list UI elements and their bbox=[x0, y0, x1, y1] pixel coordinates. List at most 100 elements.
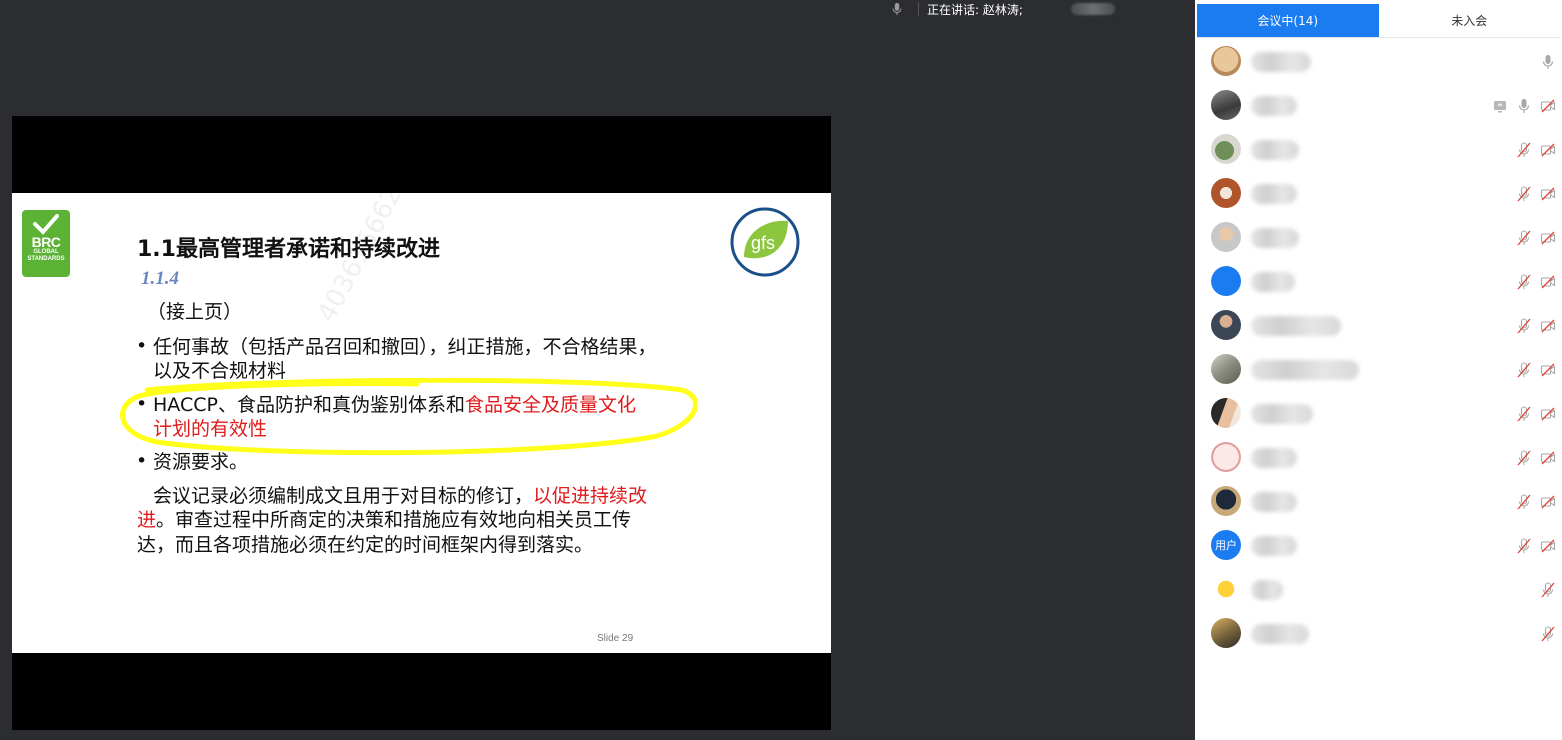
camera-off-icon[interactable] bbox=[1540, 494, 1556, 510]
bullet2-line1: HACCP、食品防护和真伪鉴别体系和食品安全及质量文化 bbox=[153, 393, 636, 417]
microphone-icon[interactable] bbox=[1516, 98, 1532, 114]
blurred-participant-name bbox=[1251, 580, 1283, 600]
participant-status-icons bbox=[1516, 538, 1556, 554]
avatar bbox=[1211, 134, 1241, 164]
bullet2-line2: 计划的有效性 bbox=[153, 418, 268, 440]
participant-status-icons bbox=[1516, 142, 1556, 158]
participant-status-icons bbox=[1516, 230, 1556, 246]
avatar bbox=[1211, 354, 1241, 384]
screen-share-icon[interactable] bbox=[1492, 98, 1508, 114]
camera-off-icon[interactable] bbox=[1540, 450, 1556, 466]
paragraph-red-text: 以促进持续改 bbox=[533, 485, 648, 507]
participant-row[interactable]: 用户 bbox=[1195, 524, 1562, 568]
participant-status-icons bbox=[1516, 406, 1556, 422]
gfs-logo: gfs bbox=[730, 207, 800, 277]
participant-tabs: 会议中(14) 未入会 bbox=[1197, 4, 1560, 38]
bullet3: 资源要求。 bbox=[153, 451, 249, 473]
participant-row[interactable] bbox=[1195, 392, 1562, 436]
microphone-muted-icon[interactable] bbox=[1516, 362, 1532, 378]
participant-status-icons bbox=[1516, 450, 1556, 466]
participant-row[interactable] bbox=[1195, 568, 1562, 612]
camera-off-icon[interactable] bbox=[1540, 318, 1556, 334]
participant-row[interactable] bbox=[1195, 40, 1562, 84]
microphone-muted-icon[interactable] bbox=[1516, 274, 1532, 290]
microphone-muted-icon[interactable] bbox=[1540, 626, 1556, 642]
blurred-participant-name bbox=[1251, 96, 1297, 116]
tab-in-meeting[interactable]: 会议中(14) bbox=[1197, 4, 1379, 37]
microphone-muted-icon[interactable] bbox=[1516, 450, 1532, 466]
participant-status-icons bbox=[1492, 98, 1556, 114]
paragraph-line3: 达，而且各项措施必须在约定的时间框架内得到落实。 bbox=[137, 534, 594, 556]
avatar: 用户 bbox=[1211, 530, 1241, 560]
camera-off-icon[interactable] bbox=[1540, 538, 1556, 554]
slide-section-number: 1.1.4 bbox=[141, 268, 179, 289]
bullet2-red-text: 食品安全及质量文化 bbox=[464, 394, 636, 416]
blurred-participant-name bbox=[1251, 272, 1295, 292]
tab-not-joined[interactable]: 未入会 bbox=[1379, 4, 1561, 37]
gfs-logo-text: gfs bbox=[751, 233, 775, 253]
avatar bbox=[1211, 442, 1241, 472]
avatar bbox=[1211, 618, 1241, 648]
microphone-muted-icon[interactable] bbox=[1540, 582, 1556, 598]
camera-off-icon[interactable] bbox=[1540, 274, 1556, 290]
avatar bbox=[1211, 310, 1241, 340]
participant-row[interactable] bbox=[1195, 480, 1562, 524]
camera-off-icon[interactable] bbox=[1540, 186, 1556, 202]
shared-slide-frame: BRC GLOBAL STANDARDS gfs 1.1最高管理者承诺和持续改进… bbox=[12, 116, 831, 730]
avatar bbox=[1211, 486, 1241, 516]
bullet-marker: • bbox=[136, 450, 148, 472]
slide-continued-label: （接上页） bbox=[147, 301, 243, 323]
brc-logo: BRC GLOBAL STANDARDS bbox=[22, 210, 70, 277]
microphone-muted-icon[interactable] bbox=[1516, 318, 1532, 334]
microphone-muted-icon[interactable] bbox=[1516, 406, 1532, 422]
participant-row[interactable] bbox=[1195, 260, 1562, 304]
participant-row[interactable] bbox=[1195, 216, 1562, 260]
participant-status-icons bbox=[1516, 186, 1556, 202]
avatar bbox=[1211, 222, 1241, 252]
camera-off-icon[interactable] bbox=[1540, 142, 1556, 158]
avatar bbox=[1211, 90, 1241, 120]
camera-off-icon[interactable] bbox=[1540, 362, 1556, 378]
participant-row[interactable] bbox=[1195, 172, 1562, 216]
paragraph-black-text: 会议记录必须编制成文且用于对目标的修订， bbox=[153, 485, 534, 507]
blurred-participant-name bbox=[1251, 448, 1297, 468]
avatar bbox=[1211, 266, 1241, 296]
participant-status-icons bbox=[1540, 626, 1556, 642]
microphone-muted-icon[interactable] bbox=[1516, 230, 1532, 246]
participant-row[interactable] bbox=[1195, 304, 1562, 348]
microphone-muted-icon[interactable] bbox=[1516, 538, 1532, 554]
meeting-app: 正在讲话: 赵林涛; BRC GLOBAL STANDARDS gfs 1.1最… bbox=[0, 0, 1562, 740]
microphone-icon bbox=[892, 2, 902, 16]
microphone-icon[interactable] bbox=[1540, 54, 1556, 70]
microphone-muted-icon[interactable] bbox=[1516, 142, 1532, 158]
paragraph-line2: 进。审查过程中所商定的决策和措施应有效地向相关员工传 bbox=[137, 508, 631, 532]
blurred-participant-name bbox=[1251, 492, 1297, 512]
brc-logo-sub1: GLOBAL bbox=[33, 249, 59, 255]
blurred-participant-name bbox=[1251, 360, 1359, 380]
speaking-indicator: 正在讲话: 赵林涛; bbox=[890, 0, 1115, 18]
participant-status-icons bbox=[1516, 362, 1556, 378]
blurred-participant-name bbox=[1251, 140, 1299, 160]
participant-row[interactable] bbox=[1195, 348, 1562, 392]
paragraph-red-text2: 进 bbox=[137, 509, 157, 531]
camera-off-icon[interactable] bbox=[1540, 406, 1556, 422]
paragraph-black-text2: 。审查过程中所商定的决策和措施应有效地向相关员工传 bbox=[156, 509, 632, 531]
slide-number: Slide 29 bbox=[597, 633, 634, 644]
participant-row[interactable] bbox=[1195, 612, 1562, 656]
microphone-muted-icon[interactable] bbox=[1516, 186, 1532, 202]
participant-status-icons bbox=[1540, 582, 1556, 598]
bullet1-line1: 任何事故（包括产品召回和撤回），纠正措施，不合格结果， bbox=[153, 336, 657, 358]
participant-row[interactable] bbox=[1195, 436, 1562, 480]
camera-off-icon[interactable] bbox=[1540, 98, 1556, 114]
blurred-participant-name bbox=[1251, 404, 1313, 424]
participant-status-icons bbox=[1516, 318, 1556, 334]
avatar bbox=[1211, 46, 1241, 76]
avatar bbox=[1211, 398, 1241, 428]
participant-row[interactable] bbox=[1195, 84, 1562, 128]
camera-off-icon[interactable] bbox=[1540, 230, 1556, 246]
blurred-participant-name bbox=[1251, 52, 1311, 72]
participant-row[interactable] bbox=[1195, 128, 1562, 172]
microphone-muted-icon[interactable] bbox=[1516, 494, 1532, 510]
divider bbox=[918, 2, 919, 16]
avatar bbox=[1211, 574, 1241, 604]
